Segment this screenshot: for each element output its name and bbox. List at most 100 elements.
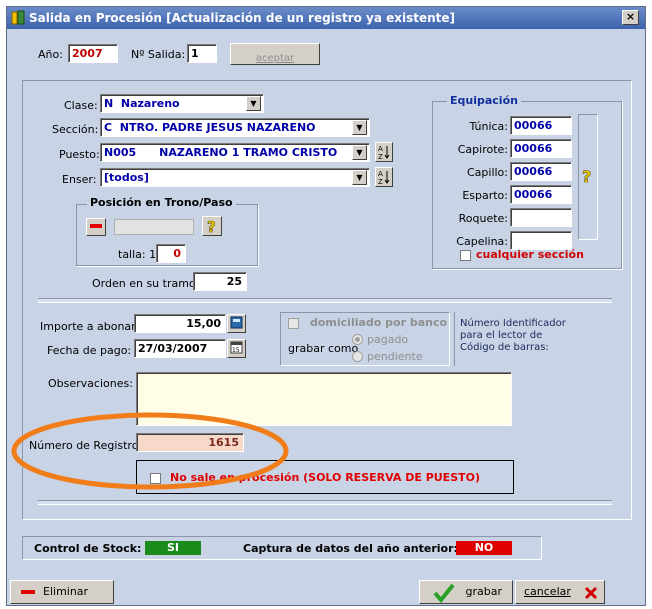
minus-icon [90, 224, 102, 228]
cualquier-seccion-checkbox[interactable] [460, 250, 471, 261]
position-display [114, 219, 194, 235]
domiciliado-checkbox[interactable] [288, 318, 299, 329]
aceptar-button[interactable]: aceptar [230, 43, 320, 65]
puesto-value: NAZARENO 1 TRAMO CRISTO [159, 146, 338, 159]
close-button[interactable]: × [622, 10, 639, 25]
calculator-icon [230, 316, 243, 329]
fecha-field[interactable]: 27/03/2007 [134, 339, 226, 358]
position-help-button[interactable]: ? [202, 216, 222, 236]
pendiente-label: pendiente [367, 350, 423, 363]
clase-dropdown[interactable]: ▼ [246, 96, 261, 111]
orden-label: Orden en su tramo: [92, 277, 200, 290]
calendar-button[interactable]: 15 [227, 339, 246, 358]
enser-label: Enser: [62, 173, 97, 186]
puesto-field[interactable]: N005 NAZARENO 1 TRAMO CRISTO [100, 143, 370, 162]
puesto-dropdown[interactable]: ▼ [352, 145, 367, 160]
capillo-label: Capillo: [466, 166, 508, 179]
eliminar-button[interactable]: Eliminar [10, 580, 114, 604]
enser-sort-button[interactable]: A Z [375, 167, 393, 187]
remove-position-button[interactable] [86, 218, 106, 236]
tunica-label: Túnica: [469, 120, 508, 133]
esparto-field[interactable]: 00066 [510, 185, 572, 204]
window-title: Salida en Procesión [Actualización de un… [29, 11, 456, 25]
chevron-down-icon: ▼ [356, 173, 363, 182]
equipacion-title: Equipación [447, 94, 521, 107]
grabar-button[interactable]: grabar [419, 580, 513, 604]
grabar-como-label: grabar como [288, 342, 359, 355]
domiciliado-label: domiciliado por banco [310, 316, 448, 329]
cualquier-seccion-label: cualquier sección [476, 248, 584, 261]
puesto-sort-button[interactable]: A Z [375, 142, 393, 162]
checkmark-icon [433, 583, 455, 603]
enser-field[interactable]: [todos] [100, 168, 370, 187]
clase-label: Clase: [64, 99, 98, 112]
seccion-value: NTRO. PADRE JESUS NAZARENO [119, 121, 316, 134]
puesto-label: Puesto: [59, 148, 100, 161]
anio-field[interactable]: 2007 [68, 44, 118, 63]
pendiente-radio[interactable] [352, 351, 363, 362]
svg-text:A: A [378, 145, 383, 153]
radio-dot [355, 337, 360, 342]
clase-field[interactable]: N Nazareno [100, 94, 264, 113]
seccion-dropdown[interactable]: ▼ [352, 120, 367, 135]
captura-badge: NO [456, 541, 512, 555]
clase-value: Nazareno [120, 97, 180, 110]
chevron-down-icon: ▼ [356, 123, 363, 132]
roquete-label: Roquete: [458, 212, 508, 225]
separator [38, 500, 612, 505]
question-icon: ? [207, 218, 216, 237]
esparto-label: Esparto: [462, 189, 508, 202]
salida-label: Nº Salida: [131, 48, 186, 61]
capirote-field[interactable]: 00066 [510, 139, 572, 158]
sort-icon: A Z [378, 170, 390, 186]
close-icon: × [625, 10, 636, 23]
orden-field[interactable]: 25 [193, 272, 247, 291]
capirote-label: Capirote: [457, 143, 508, 156]
pagado-radio[interactable] [352, 334, 363, 345]
calendar-icon: 15 [230, 341, 243, 354]
importe-label: Importe a abonar: [40, 320, 140, 333]
salida-field[interactable]: 1 [187, 44, 217, 63]
seccion-code: C [104, 121, 113, 134]
observaciones-label: Observaciones: [48, 377, 133, 390]
svg-text:15: 15 [232, 347, 240, 354]
chevron-down-icon: ▼ [356, 148, 363, 157]
title-bar[interactable]: Salida en Procesión [Actualización de un… [7, 7, 645, 29]
talla-label: talla: 1, [118, 248, 160, 261]
grabar-label: grabar [465, 585, 503, 598]
equipacion-help-button[interactable]: ? [580, 166, 596, 187]
svg-text:A: A [378, 170, 383, 178]
question-icon: ? [582, 167, 592, 187]
cancelar-label: cancelar [524, 585, 571, 598]
roquete-field[interactable] [510, 208, 572, 227]
calculator-button[interactable] [227, 314, 246, 333]
tunica-field[interactable]: 00066 [510, 116, 572, 135]
talla-field[interactable]: 0 [156, 244, 186, 263]
puesto-code: N005 [104, 146, 137, 159]
app-icon [11, 10, 25, 25]
sort-icon: A Z [378, 145, 390, 161]
anio-label: Año: [38, 48, 63, 61]
capillo-field[interactable]: 00066 [510, 162, 572, 181]
divider [454, 312, 455, 366]
svg-text:Z: Z [378, 178, 383, 186]
chevron-down-icon: ▼ [250, 99, 257, 108]
captura-label: Captura de datos del año anterior: [243, 542, 458, 555]
numero-identificador-label: Número Identificador para el lector de C… [460, 318, 566, 353]
clase-code: N [104, 97, 114, 110]
svg-text:?: ? [582, 167, 591, 186]
cancelar-button[interactable]: cancelar [515, 580, 605, 604]
fecha-label: Fecha de pago: [47, 344, 132, 357]
seccion-label: Sección: [52, 123, 99, 136]
enser-dropdown[interactable]: ▼ [352, 170, 367, 185]
importe-field[interactable]: 15,00 [134, 314, 226, 333]
svg-text:?: ? [207, 218, 216, 235]
stock-label: Control de Stock: [34, 542, 142, 555]
highlight-ellipse [11, 412, 289, 490]
posicion-title: Posición en Trono/Paso [87, 196, 236, 209]
pagado-label: pagado [367, 333, 409, 346]
stock-badge: SI [145, 541, 201, 555]
cross-icon [584, 586, 598, 600]
seccion-field[interactable]: C NTRO. PADRE JESUS NAZARENO [100, 118, 370, 137]
svg-text:Z: Z [378, 153, 383, 161]
